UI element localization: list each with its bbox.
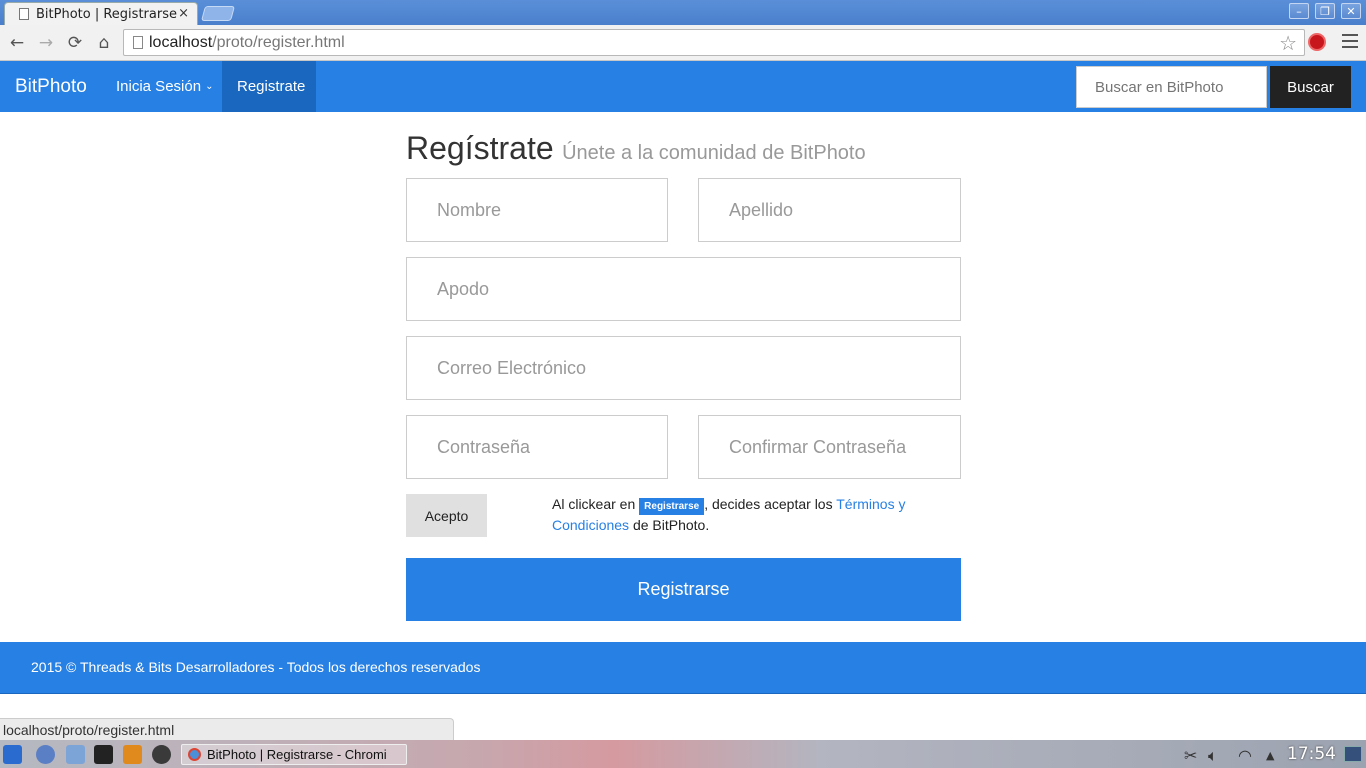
status-url-bubble: localhost/proto/register.html — [0, 718, 454, 740]
new-tab-button[interactable] — [200, 6, 236, 21]
browser-menu-icon[interactable] — [1342, 34, 1358, 48]
browser-toolbar: ← → ⟳ ⌂ localhost/proto/register.html ☆ — [0, 25, 1366, 61]
address-url: localhost/proto/register.html — [149, 34, 345, 51]
volume-icon[interactable]: 🔈︎ — [1208, 746, 1218, 766]
wifi-icon[interactable]: ◠ — [1238, 746, 1252, 765]
address-bar[interactable]: localhost/proto/register.html ☆ — [123, 29, 1305, 56]
reload-icon[interactable]: ⟳ — [64, 32, 86, 54]
register-badge: Registrarse — [639, 498, 705, 515]
browser-launcher-icon[interactable] — [36, 745, 55, 764]
file-manager-icon[interactable] — [66, 745, 85, 764]
register-nav-label: Registrate — [237, 78, 306, 95]
browser-tab[interactable]: BitPhoto | Registrarse × — [4, 2, 198, 25]
kde-menu-icon[interactable] — [3, 745, 22, 764]
brand-logo[interactable]: BitPhoto — [15, 76, 87, 98]
clock[interactable]: 17:54 — [1287, 744, 1336, 764]
chevron-down-icon: ⌄ — [205, 81, 214, 92]
register-submit-button[interactable]: Registrarse — [406, 558, 961, 621]
taskbar-window-title: BitPhoto | Registrarse - Chromi — [207, 747, 387, 762]
nickname-field[interactable]: Apodo — [406, 257, 961, 321]
browser-tabstrip: BitPhoto | Registrarse × – ❐ ✕ — [0, 0, 1366, 25]
window-close-icon[interactable]: ✕ — [1341, 3, 1361, 19]
footer-text: 2015 © Threads & Bits Desarrolladores - … — [31, 659, 481, 675]
show-desktop-icon[interactable] — [1344, 746, 1362, 762]
document-icon — [133, 36, 143, 49]
restore-icon[interactable]: ❐ — [1315, 3, 1335, 19]
sublime-text-icon[interactable] — [123, 745, 142, 764]
password-field[interactable]: Contraseña — [406, 415, 668, 479]
search-input[interactable] — [1076, 66, 1267, 108]
last-name-field[interactable]: Apellido — [698, 178, 961, 242]
site-footer: 2015 © Threads & Bits Desarrolladores - … — [0, 642, 1366, 694]
search-button[interactable]: Buscar — [1270, 66, 1351, 108]
minimize-icon[interactable]: – — [1289, 3, 1309, 19]
page-title: Regístrate Únete a la comunidad de BitPh… — [406, 130, 866, 167]
form-title: Regístrate — [406, 130, 554, 166]
accept-terms-button[interactable]: Acepto — [406, 494, 487, 537]
extension-icon[interactable] — [1308, 33, 1326, 51]
home-icon[interactable]: ⌂ — [93, 32, 115, 54]
email-field[interactable]: Correo Electrónico — [406, 336, 961, 400]
forward-icon[interactable]: → — [35, 32, 57, 54]
taskbar-window-item[interactable]: BitPhoto | Registrarse - Chromi — [181, 744, 407, 765]
login-dropdown[interactable]: Inicia Sesión ⌄ — [101, 61, 228, 112]
tab-title: BitPhoto | Registrarse — [36, 6, 177, 22]
scissors-icon[interactable]: ✂ — [1184, 746, 1197, 765]
play-icon[interactable] — [152, 745, 171, 764]
os-taskbar: BitPhoto | Registrarse - Chromi ✂ 🔈︎ ◠ ▲… — [0, 740, 1366, 768]
site-navbar: BitPhoto Inicia Sesión ⌄ Registrate Busc… — [0, 61, 1366, 112]
confirm-password-field[interactable]: Confirmar Contraseña — [698, 415, 961, 479]
chrome-icon — [188, 748, 201, 761]
first-name-field[interactable]: Nombre — [406, 178, 668, 242]
tab-close-icon[interactable]: × — [178, 6, 189, 21]
back-icon[interactable]: ← — [6, 32, 28, 54]
terminal-icon[interactable] — [94, 745, 113, 764]
terms-text: Al clickear en Registrarse, decides acep… — [552, 496, 906, 533]
tray-expand-icon[interactable]: ▲ — [1266, 749, 1274, 762]
page-icon — [19, 8, 29, 20]
bookmark-star-icon[interactable]: ☆ — [1279, 31, 1297, 56]
form-subtitle: Únete a la comunidad de BitPhoto — [562, 142, 866, 164]
login-label: Inicia Sesión — [116, 78, 202, 95]
register-nav-link[interactable]: Registrate — [222, 61, 316, 112]
